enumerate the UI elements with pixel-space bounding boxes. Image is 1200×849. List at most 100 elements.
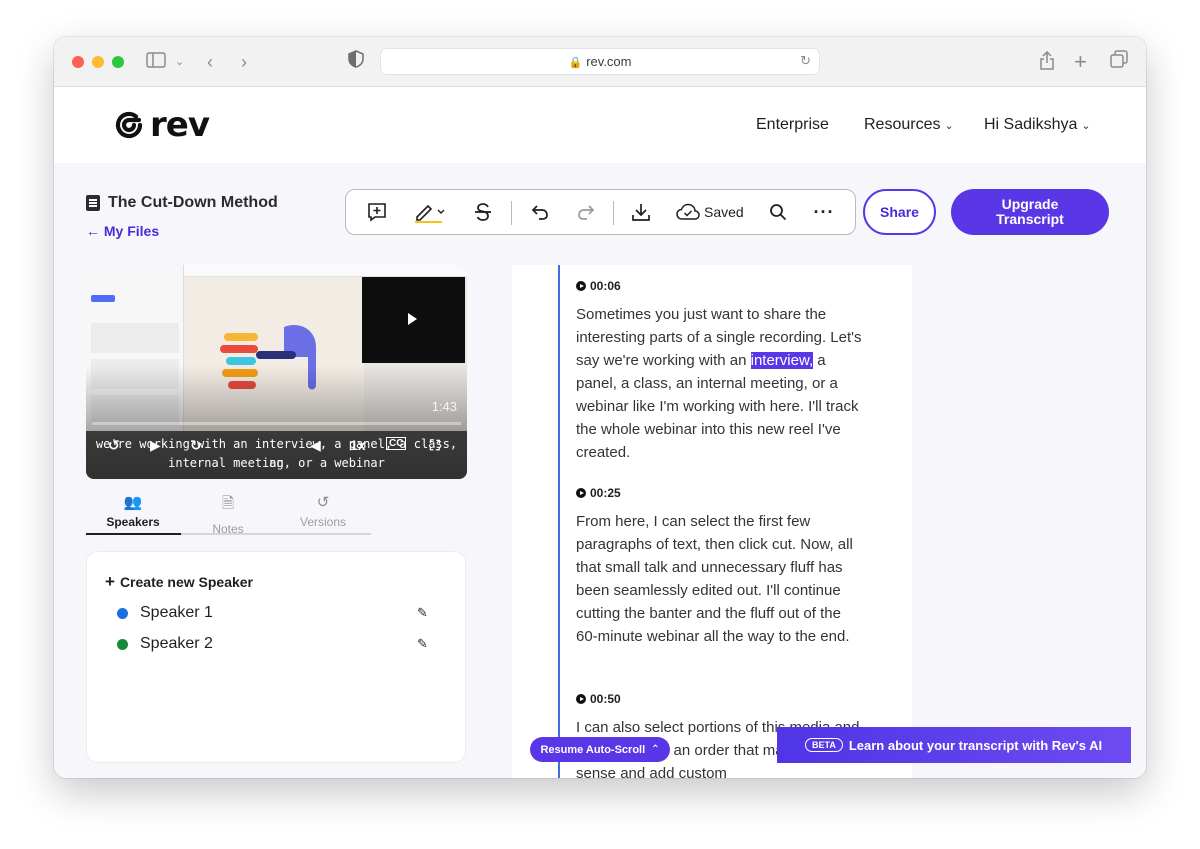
tab-overview-icon[interactable] bbox=[1110, 50, 1128, 74]
edit-pencil-icon[interactable]: ✎ bbox=[417, 605, 428, 621]
caption-line-2: internal meeting, or a webinar bbox=[168, 456, 385, 470]
rev-ai-banner[interactable]: BETA Learn about your transcript with Re… bbox=[777, 727, 1131, 763]
people-icon: 👥 bbox=[123, 494, 143, 511]
play-icon[interactable]: ▶ bbox=[150, 437, 161, 454]
highlight-button[interactable] bbox=[410, 198, 450, 226]
timestamp[interactable]: 00:50 bbox=[576, 692, 621, 706]
strikethrough-icon bbox=[475, 203, 491, 221]
play-circle-icon bbox=[576, 281, 586, 291]
close-window-button[interactable] bbox=[72, 56, 84, 68]
beta-badge: BETA bbox=[805, 738, 843, 752]
rev-logo[interactable]: rev bbox=[114, 105, 210, 145]
saved-status: Saved bbox=[676, 198, 746, 226]
logo-text: rev bbox=[150, 105, 210, 145]
privacy-shield-icon[interactable] bbox=[348, 50, 364, 74]
volume-icon[interactable]: ◀ bbox=[310, 437, 321, 454]
speakers-panel: + Create new Speaker Speaker 1 ✎ Speaker … bbox=[86, 551, 466, 763]
download-button[interactable] bbox=[628, 198, 654, 226]
timestamp[interactable]: 00:06 bbox=[576, 279, 621, 293]
upgrade-transcript-button[interactable]: Upgrade Transcript bbox=[951, 189, 1109, 235]
play-circle-icon bbox=[576, 488, 586, 498]
strikethrough-button[interactable] bbox=[470, 198, 496, 226]
nav-resources[interactable]: Resources ⌄ bbox=[864, 116, 954, 134]
upgrade-label-line1: Upgrade bbox=[1001, 196, 1059, 212]
resume-label: Resume Auto-Scroll bbox=[540, 743, 646, 756]
speaker-row[interactable]: Speaker 2 bbox=[117, 635, 213, 653]
rev-mark-icon bbox=[115, 111, 143, 139]
address-bar[interactable]: 🔒 rev.com ↻ bbox=[380, 48, 820, 75]
search-button[interactable] bbox=[765, 198, 791, 226]
redo-icon bbox=[578, 205, 595, 220]
minimize-window-button[interactable] bbox=[92, 56, 104, 68]
speaker-color-dot bbox=[117, 638, 128, 650]
closed-captions-icon[interactable]: CC bbox=[386, 437, 407, 450]
speaker-row[interactable]: Speaker 1 bbox=[117, 604, 213, 622]
document-icon bbox=[86, 195, 100, 211]
browser-toolbar: ⌄ ‹ › 🔒 rev.com ↻ + bbox=[54, 37, 1146, 87]
redo-button[interactable] bbox=[573, 198, 599, 226]
my-files-link[interactable]: ← My Files bbox=[86, 223, 159, 239]
rewind-icon[interactable]: ↺ bbox=[108, 437, 120, 454]
forward-icon[interactable]: ↻ bbox=[190, 437, 202, 454]
active-tab-indicator bbox=[86, 533, 181, 535]
chevron-down-icon: ⌄ bbox=[1081, 120, 1091, 132]
nav-enterprise[interactable]: Enterprise bbox=[756, 116, 829, 134]
zoom-window-button[interactable] bbox=[112, 56, 124, 68]
add-comment-button[interactable] bbox=[364, 198, 390, 226]
highlighted-word: interview, bbox=[750, 352, 814, 369]
transcript-paragraph[interactable]: Sometimes you just want to share the int… bbox=[576, 303, 866, 464]
transcript-panel: 00:06 Sometimes you just want to share t… bbox=[512, 265, 912, 778]
tab-speakers[interactable]: 👥 Speakers bbox=[86, 493, 180, 535]
plus-icon: + bbox=[105, 572, 115, 591]
new-tab-icon[interactable]: + bbox=[1074, 50, 1087, 74]
share-button[interactable]: Share bbox=[863, 189, 936, 235]
editor-toolbar: Saved ··· bbox=[345, 189, 856, 235]
timestamp-label: 00:06 bbox=[590, 279, 621, 293]
edit-pencil-icon[interactable]: ✎ bbox=[417, 636, 428, 652]
play-circle-icon bbox=[576, 694, 586, 704]
create-speaker-button[interactable]: + Create new Speaker bbox=[105, 572, 253, 592]
video-frame-preview bbox=[362, 277, 465, 363]
download-icon bbox=[632, 204, 650, 221]
notes-icon: 🗎 bbox=[221, 495, 235, 512]
highlighter-icon bbox=[415, 204, 445, 223]
speaker-color-dot bbox=[117, 607, 128, 619]
create-speaker-label: Create new Speaker bbox=[119, 574, 254, 590]
timestamp-label: 00:25 bbox=[590, 486, 621, 500]
timestamp[interactable]: 00:25 bbox=[576, 486, 621, 500]
speaker-name: Speaker 2 bbox=[140, 635, 213, 652]
tab-notes[interactable]: 🗎 Notes bbox=[181, 493, 275, 536]
timestamp-label: 00:50 bbox=[590, 692, 621, 706]
video-player[interactable]: 1:43 we're working with an interview, a … bbox=[86, 265, 467, 479]
transcript-paragraph[interactable]: From here, I can select the first few pa… bbox=[576, 510, 866, 648]
chevron-down-icon: ⌄ bbox=[944, 120, 954, 132]
nav-user-label: Hi Sadikshya bbox=[984, 116, 1078, 133]
chevron-up-icon: ⌃ bbox=[651, 744, 660, 755]
undo-button[interactable] bbox=[527, 198, 553, 226]
video-controls: we're working with an interview, a panel… bbox=[86, 431, 467, 479]
video-progress-bar[interactable] bbox=[92, 422, 461, 425]
share-sheet-icon[interactable] bbox=[1039, 50, 1055, 76]
resume-auto-scroll-button[interactable]: Resume Auto-Scroll ⌃ bbox=[530, 737, 670, 762]
add-comment-icon bbox=[368, 203, 386, 222]
video-duration: 1:43 bbox=[431, 399, 457, 414]
forward-arrow-icon[interactable]: › bbox=[241, 50, 247, 74]
playback-speed[interactable]: 1x bbox=[350, 437, 366, 453]
nav-user-menu[interactable]: Hi Sadikshya ⌄ bbox=[984, 116, 1091, 134]
ai-banner-label: Learn about your transcript with Rev's A… bbox=[848, 737, 1103, 753]
tab-speakers-label: Speakers bbox=[106, 515, 160, 529]
back-arrow-icon[interactable]: ‹ bbox=[207, 50, 213, 74]
cloud-check-icon bbox=[676, 203, 700, 220]
fullscreen-icon[interactable]: ⛶ bbox=[430, 437, 440, 454]
more-options-icon[interactable]: ··· bbox=[811, 198, 837, 226]
history-icon: ↺ bbox=[316, 494, 330, 511]
url-text: rev.com bbox=[586, 54, 632, 69]
lock-icon: 🔒 bbox=[568, 57, 583, 69]
site-header: rev Enterprise Resources ⌄ Hi Sadikshya ⌄ bbox=[54, 87, 1146, 163]
sidebar-toggle-icon[interactable] bbox=[146, 50, 166, 74]
chevron-down-icon[interactable]: ⌄ bbox=[175, 50, 184, 74]
tab-versions[interactable]: ↺ Versions bbox=[276, 493, 370, 535]
reload-icon[interactable]: ↻ bbox=[800, 53, 811, 69]
speaker-timeline-bar bbox=[558, 265, 560, 778]
file-title: The Cut-Down Method bbox=[108, 194, 278, 211]
